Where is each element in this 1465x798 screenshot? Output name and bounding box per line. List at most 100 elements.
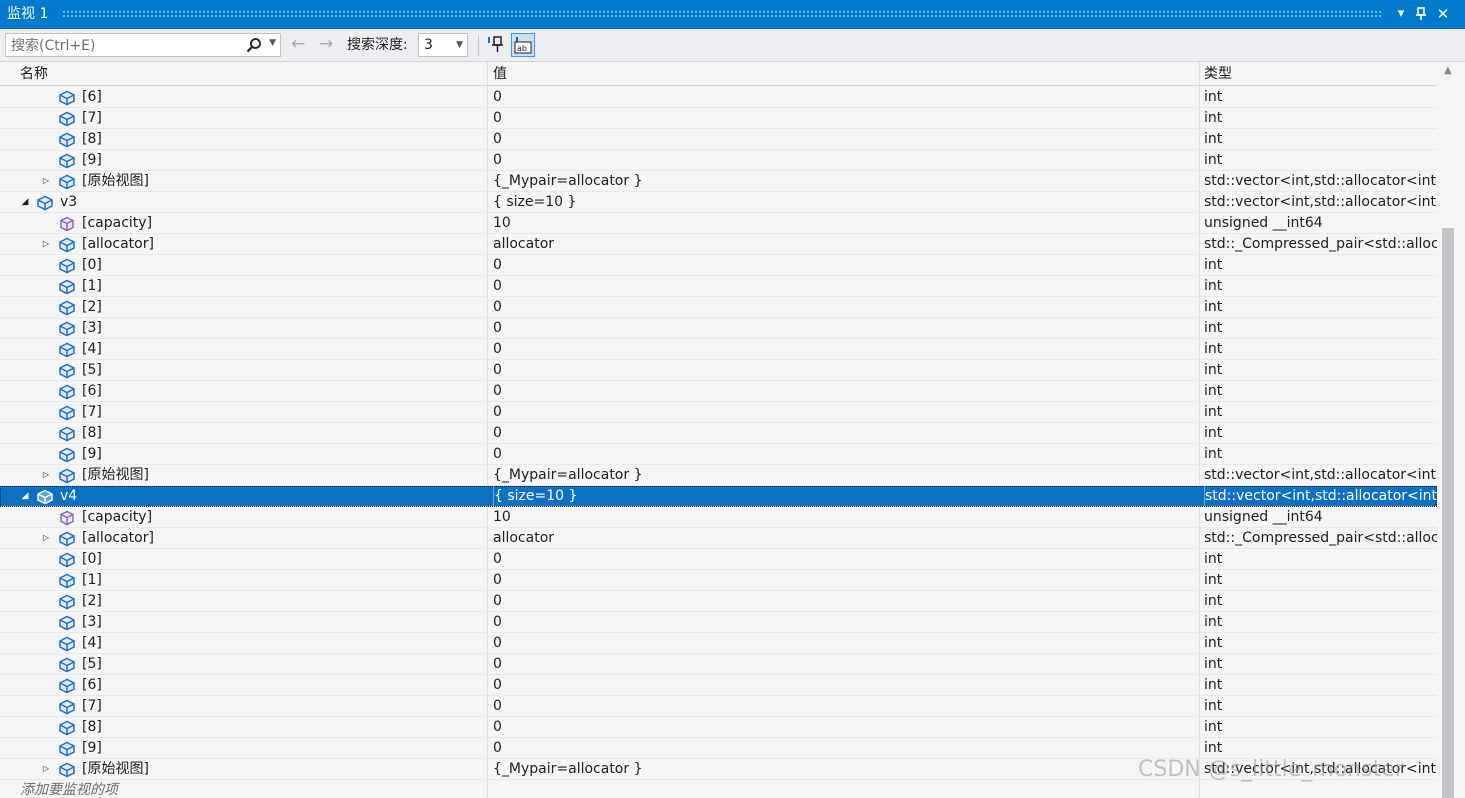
table-row[interactable]: [5] 0 int [0,360,1437,381]
table-row[interactable]: ▷ [allocator] allocator std::_Compressed_pa… [0,528,1437,549]
collapsed-triangle-icon[interactable]: ▷ [40,171,52,191]
value-cell[interactable]: 0 [493,339,1193,359]
table-row[interactable]: [6] 0 int [0,87,1437,108]
table-row[interactable]: [7] 0 int [0,402,1437,423]
name-cell[interactable]: [4] [0,633,487,654]
table-row[interactable]: [9] 0 int [0,738,1437,759]
name-cell[interactable]: [8] [0,717,487,738]
name-cell[interactable]: [3] [0,318,487,339]
search-options-chevron-icon[interactable]: ▼ [269,38,276,48]
search-depth-select[interactable]: 3 ▼ [418,33,468,57]
name-cell[interactable]: [5] [0,360,487,381]
search-input[interactable]: 搜索(Ctrl+E) ▼ [5,33,281,57]
value-cell[interactable]: 0 [493,108,1193,128]
value-cell[interactable]: 0 [493,444,1193,464]
table-row[interactable]: [4] 0 int [0,339,1437,360]
value-cell[interactable]: 0 [493,150,1193,170]
name-cell[interactable]: [3] [0,612,487,633]
table-row[interactable]: [2] 0 int [0,591,1437,612]
value-cell[interactable]: allocator [493,528,1193,548]
table-row[interactable]: [8] 0 int [0,423,1437,444]
table-row[interactable]: [7] 0 int [0,108,1437,129]
hex-display-button[interactable]: ab [511,33,535,57]
value-cell[interactable]: 0 [493,738,1193,758]
pin-to-source-button[interactable] [485,33,509,57]
name-cell[interactable]: [1] [0,570,487,591]
table-row[interactable]: [8] 0 int [0,717,1437,738]
value-cell[interactable]: 0 [493,612,1193,632]
name-cell[interactable]: [0] [0,255,487,276]
table-row[interactable]: ▷ [原始视图] {_Mypair=allocator } std::vector<i… [0,171,1437,192]
table-row[interactable]: [9] 0 int [0,150,1437,171]
table-row[interactable]: [6] 0 int [0,381,1437,402]
name-cell[interactable]: ▷ [原始视图] [0,171,487,192]
scroll-thumb[interactable] [1442,228,1454,798]
name-cell[interactable]: [1] [0,276,487,297]
table-row[interactable]: [capacity] 10 unsigned __int64 [0,507,1437,528]
table-row[interactable]: [1] 0 int [0,570,1437,591]
value-cell[interactable]: { size=10 } [493,192,1193,212]
name-cell[interactable]: [8] [0,129,487,150]
name-cell[interactable]: [2] [0,591,487,612]
table-row[interactable]: [4] 0 int [0,633,1437,654]
value-cell[interactable]: 0 [493,549,1193,569]
title-bar[interactable]: 监视 1 ▾ ✕ [0,0,1465,29]
name-cell[interactable]: ◢ v4 [0,486,487,507]
name-cell[interactable]: [6] [0,675,487,696]
name-cell[interactable]: [0] [0,549,487,570]
value-cell[interactable]: 0 [493,87,1193,107]
value-cell[interactable]: 0 [493,654,1193,674]
collapsed-triangle-icon[interactable]: ▷ [40,465,52,485]
name-cell[interactable]: [6] [0,381,487,402]
name-cell[interactable]: ◢ v3 [0,192,487,213]
name-cell[interactable]: [capacity] [0,213,487,234]
name-cell[interactable]: [4] [0,339,487,360]
table-row[interactable]: [1] 0 int [0,276,1437,297]
name-cell[interactable]: [9] [0,738,487,759]
expanded-triangle-icon[interactable]: ◢ [19,486,31,506]
table-row[interactable]: ▷ [allocator] allocator std::_Compressed_pa… [0,234,1437,255]
expanded-triangle-icon[interactable]: ◢ [19,192,31,212]
value-cell[interactable]: 0 [493,129,1193,149]
arrow-left-icon[interactable]: ← [291,34,305,54]
column-name-header[interactable]: 名称 [20,66,48,82]
value-cell[interactable]: allocator [493,234,1193,254]
value-cell[interactable]: 0 [493,381,1193,401]
name-cell[interactable]: [9] [0,150,487,171]
table-row[interactable]: [2] 0 int [0,297,1437,318]
table-row[interactable]: [0] 0 int [0,549,1437,570]
table-row[interactable]: [0] 0 int [0,255,1437,276]
name-cell[interactable]: [capacity] [0,507,487,528]
arrow-right-icon[interactable]: → [319,34,333,54]
pin-icon[interactable] [1412,4,1430,24]
title-grip[interactable] [62,10,1382,19]
value-cell[interactable]: 0 [493,570,1193,590]
table-row[interactable]: ◢ v4 { size=10 } std::vector<int,std::alloc… [0,486,1437,507]
name-cell[interactable]: [5] [0,654,487,675]
name-cell[interactable]: [9] [0,444,487,465]
value-cell[interactable]: {_Mypair=allocator } [493,759,1193,779]
value-cell[interactable]: 0 [493,423,1193,443]
name-cell[interactable]: [8] [0,423,487,444]
value-cell[interactable]: 0 [493,255,1193,275]
close-icon[interactable]: ✕ [1434,4,1452,24]
value-cell[interactable]: 0 [493,276,1193,296]
name-cell[interactable]: ▷ [allocator] [0,234,487,255]
name-cell[interactable]: [2] [0,297,487,318]
table-row[interactable]: [6] 0 int [0,675,1437,696]
add-watch-item-row[interactable]: 添加要监视的项 [0,780,1437,798]
collapsed-triangle-icon[interactable]: ▷ [40,234,52,254]
value-cell[interactable]: 0 [493,318,1193,338]
name-cell[interactable]: [6] [0,87,487,108]
value-cell[interactable]: 0 [493,717,1193,737]
value-cell[interactable]: {_Mypair=allocator } [493,465,1193,485]
name-cell[interactable]: ▷ [原始视图] [0,759,487,780]
table-row[interactable]: [3] 0 int [0,318,1437,339]
table-row[interactable]: [3] 0 int [0,612,1437,633]
name-cell[interactable]: ▷ [原始视图] [0,465,487,486]
search-icon[interactable] [246,37,262,53]
scroll-up-icon[interactable]: ▲ [1444,65,1452,76]
value-cell[interactable]: 10 [493,213,1193,233]
column-type-header[interactable]: 类型 [1204,66,1232,82]
chevron-down-icon[interactable]: ▾ [1392,4,1410,24]
